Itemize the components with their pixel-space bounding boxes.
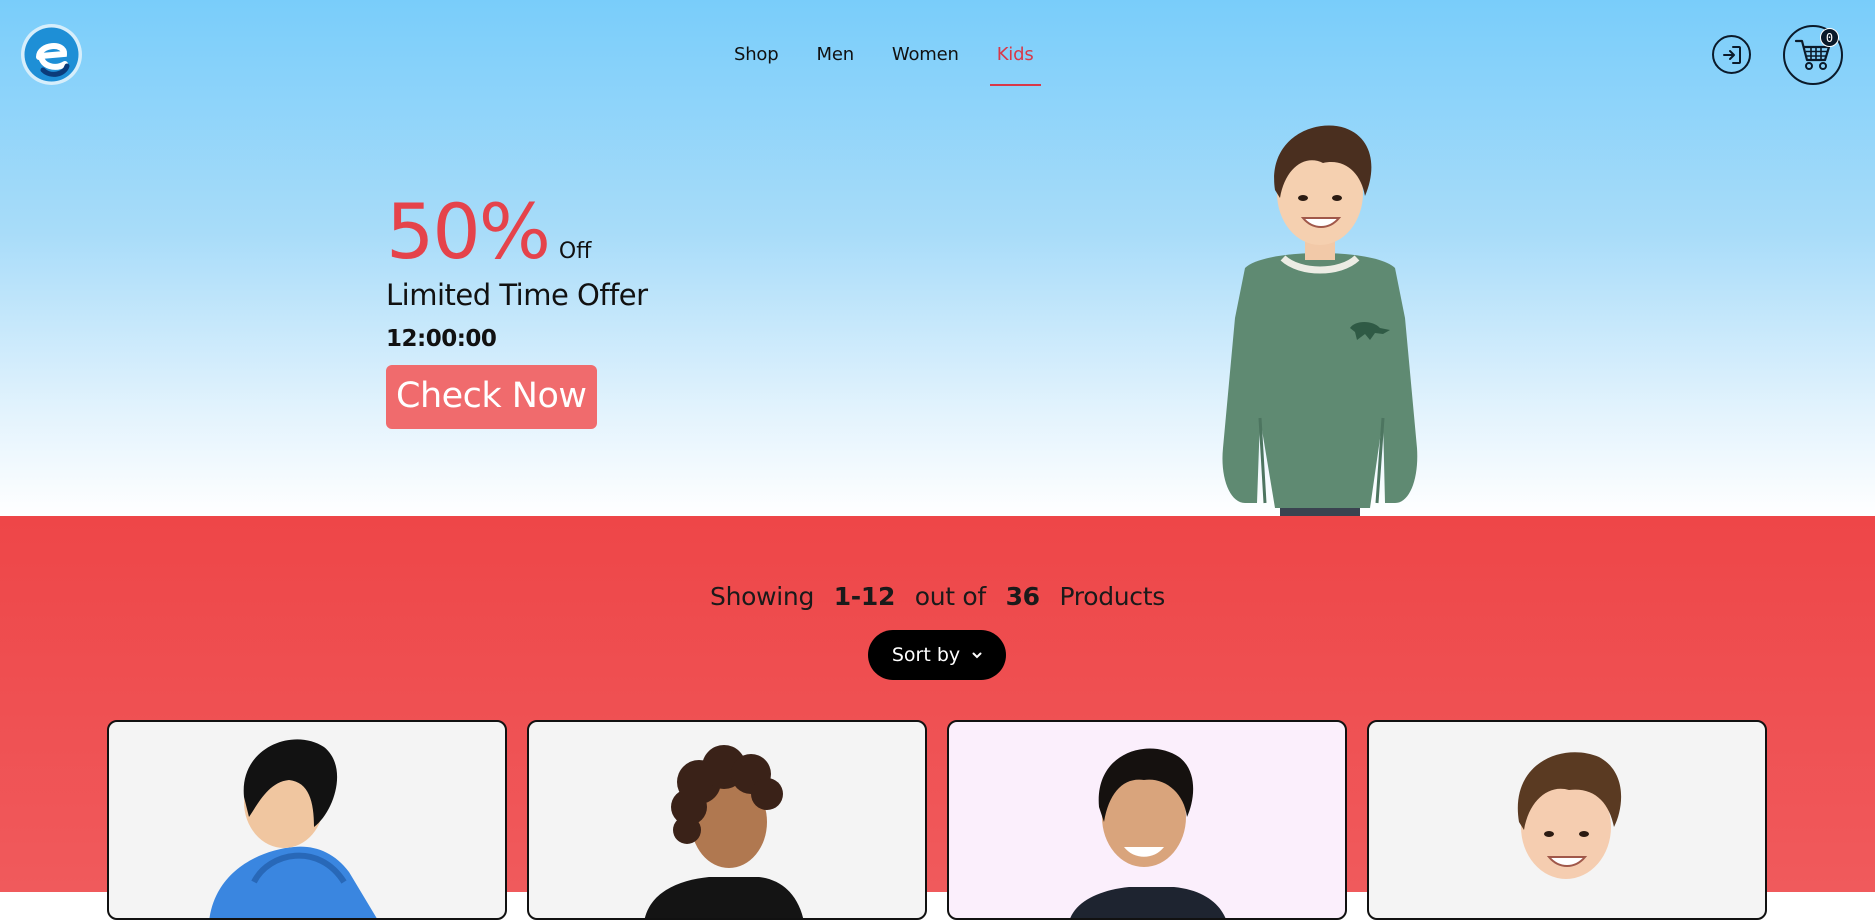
product-image — [1070, 748, 1226, 918]
showing-label: Showing — [710, 582, 815, 611]
nav-men[interactable]: Men — [797, 28, 872, 86]
offer-text: Limited Time Offer — [386, 278, 648, 312]
product-card[interactable] — [947, 720, 1347, 920]
products-section: Showing 1-12 out of 36 Products Sort by — [0, 516, 1875, 920]
nav-kids[interactable]: Kids — [978, 28, 1053, 86]
hero-banner: Shop Men Women Kids 0 50% Off Limited Ti… — [0, 0, 1875, 516]
out-of-label: out of — [914, 582, 986, 611]
chevron-down-icon — [972, 652, 982, 658]
promo-block: 50% Off Limited Time Offer 12:00:00 Chec… — [386, 186, 648, 429]
results-summary: Showing 1-12 out of 36 Products — [0, 582, 1875, 611]
login-button[interactable] — [1712, 35, 1751, 74]
products-label: Products — [1059, 582, 1165, 611]
cart-count-badge: 0 — [1820, 28, 1839, 47]
product-image — [209, 739, 377, 918]
product-card[interactable] — [1367, 720, 1767, 920]
hero-model-image — [1222, 125, 1418, 516]
main-nav: Shop Men Women Kids — [715, 28, 1053, 86]
product-card[interactable] — [107, 720, 507, 920]
login-arrow-icon — [1722, 45, 1741, 64]
sort-label: Sort by — [891, 644, 961, 666]
nav-women[interactable]: Women — [873, 28, 978, 86]
product-image — [645, 745, 803, 918]
results-total: 36 — [1005, 582, 1041, 611]
discount-suffix: Off — [558, 239, 592, 264]
logo[interactable] — [21, 24, 82, 85]
product-card[interactable] — [527, 720, 927, 920]
e-logo-icon — [24, 27, 79, 82]
discount-percent: 50% — [386, 187, 551, 276]
countdown-timer: 12:00:00 — [386, 326, 497, 352]
results-range: 1-12 — [833, 582, 896, 611]
product-grid — [107, 720, 1767, 920]
check-now-button[interactable]: Check Now — [386, 365, 597, 429]
nav-shop[interactable]: Shop — [715, 28, 797, 86]
product-image — [1517, 752, 1622, 879]
sort-dropdown[interactable]: Sort by — [868, 630, 1006, 680]
